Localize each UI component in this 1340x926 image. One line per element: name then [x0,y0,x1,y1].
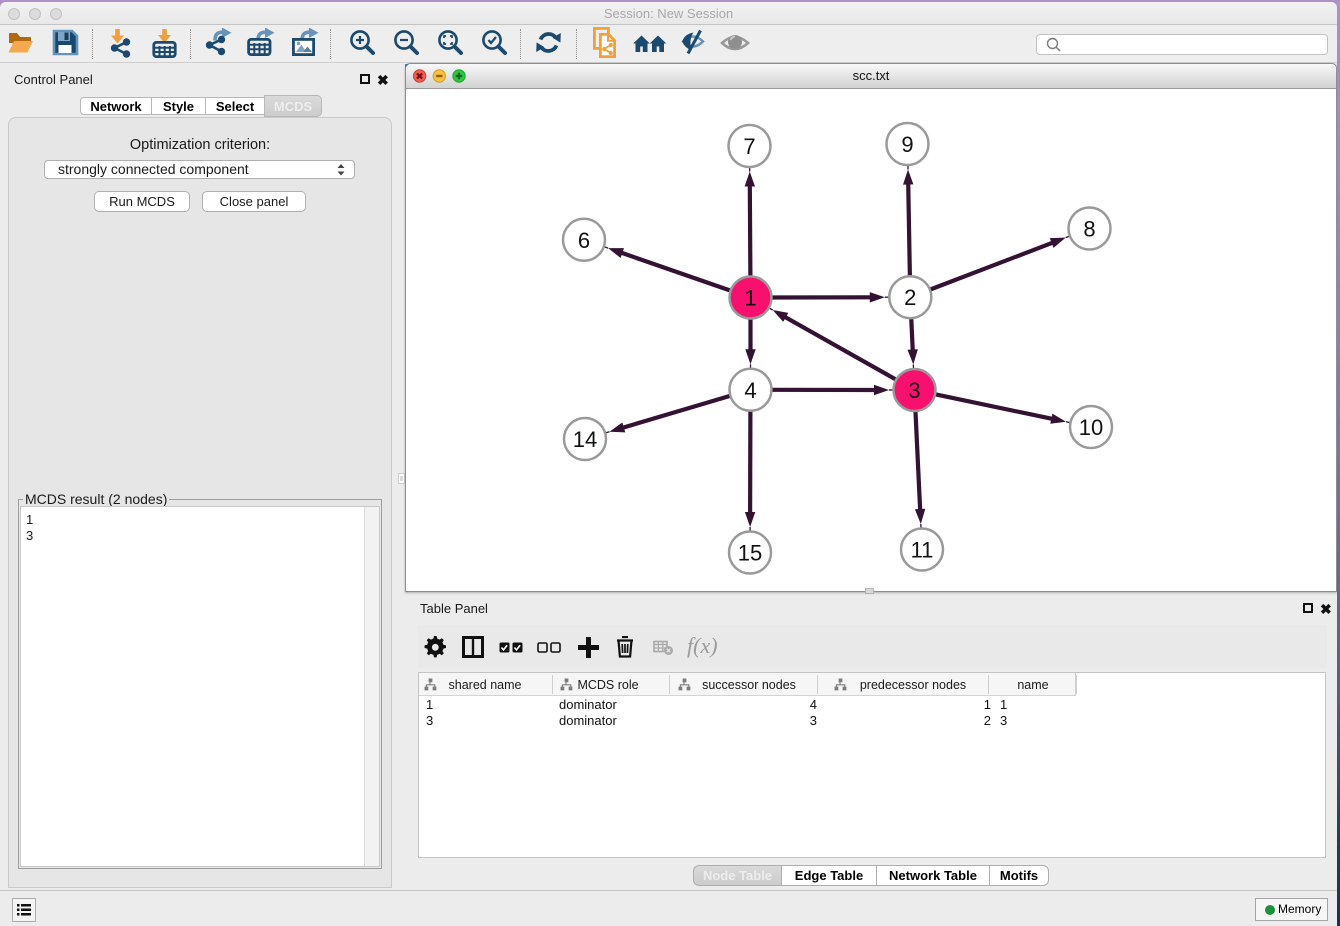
svg-text:15: 15 [738,541,762,566]
svg-text:14: 14 [573,427,597,452]
svg-text:2: 2 [904,285,916,310]
svg-text:8: 8 [1083,217,1095,242]
svg-text:9: 9 [901,132,913,157]
svg-text:11: 11 [911,538,934,563]
svg-text:6: 6 [578,228,590,253]
svg-text:1: 1 [744,286,756,311]
svg-text:4: 4 [744,378,756,403]
svg-text:3: 3 [908,378,920,403]
svg-text:7: 7 [743,134,755,159]
svg-text:10: 10 [1079,415,1103,440]
